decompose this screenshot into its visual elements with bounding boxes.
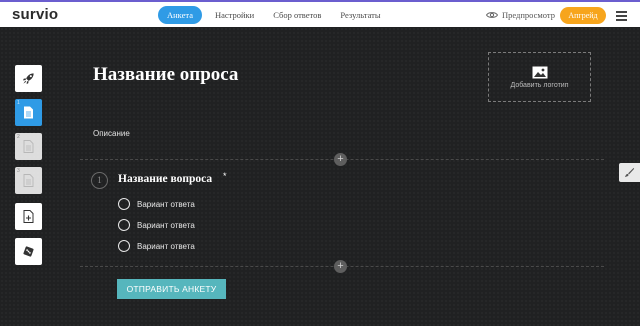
upgrade-button[interactable]: Апгрейд	[560, 7, 606, 24]
required-mark: *	[223, 171, 227, 181]
hamburger-menu-icon[interactable]	[616, 11, 627, 23]
add-question-button[interactable]: +	[334, 260, 347, 273]
design-tab[interactable]	[619, 163, 640, 182]
survey-description[interactable]: Описание	[93, 129, 130, 138]
preview-button[interactable]: Предпросмотр	[486, 5, 555, 25]
document-icon	[23, 174, 34, 187]
tab-settings[interactable]: Настройки	[213, 6, 256, 24]
submit-survey-button[interactable]: ОТПРАВИТЬ АНКЕТУ	[117, 279, 226, 299]
page-number: 3	[17, 168, 20, 174]
app-logo[interactable]: survio	[12, 6, 58, 23]
question-number: 1	[91, 172, 108, 189]
answer-option[interactable]: Вариант ответа	[118, 198, 195, 210]
add-logo-label: Добавить логотип	[510, 81, 569, 89]
radio-button[interactable]	[118, 219, 130, 231]
add-page-icon	[23, 210, 34, 223]
radio-button[interactable]	[118, 240, 130, 252]
main-nav: Анкета Настройки Сбор ответов Результаты	[158, 5, 398, 25]
preview-label: Предпросмотр	[502, 10, 555, 20]
answer-option[interactable]: Вариант ответа	[118, 219, 195, 231]
option-label: Вариант ответа	[137, 199, 195, 209]
document-icon	[23, 140, 34, 153]
rocket-tool-button[interactable]	[15, 65, 42, 92]
tab-results[interactable]: Результаты	[338, 6, 382, 24]
add-logo-placeholder[interactable]: Добавить логотип	[488, 52, 591, 102]
radio-button[interactable]	[118, 198, 130, 210]
add-page-tool-button[interactable]	[15, 203, 42, 230]
eye-icon	[486, 12, 498, 18]
page-3-tool-button[interactable]: 3	[15, 167, 42, 194]
rocket-icon	[22, 73, 34, 85]
page-1-tool-button[interactable]: 1	[15, 99, 42, 126]
tab-survey[interactable]: Анкета	[158, 6, 202, 24]
image-icon	[532, 66, 547, 78]
paint-brush-icon	[624, 167, 635, 178]
add-question-button[interactable]: +	[334, 153, 347, 166]
page-number: 1	[17, 100, 20, 106]
document-icon	[24, 106, 33, 119]
top-bar: survio Анкета Настройки Сбор ответов Рез…	[0, 0, 640, 27]
dice-tool-button[interactable]	[15, 238, 42, 265]
survey-title[interactable]: Название опроса	[93, 64, 238, 86]
option-label: Вариант ответа	[137, 241, 195, 251]
option-label: Вариант ответа	[137, 220, 195, 230]
page-number: 2	[17, 134, 20, 140]
dice-icon	[23, 246, 34, 257]
tab-collect-responses[interactable]: Сбор ответов	[271, 6, 323, 24]
page-2-tool-button[interactable]: 2	[15, 133, 42, 160]
answer-option[interactable]: Вариант ответа	[118, 240, 195, 252]
question-title[interactable]: Название вопроса	[118, 173, 212, 185]
